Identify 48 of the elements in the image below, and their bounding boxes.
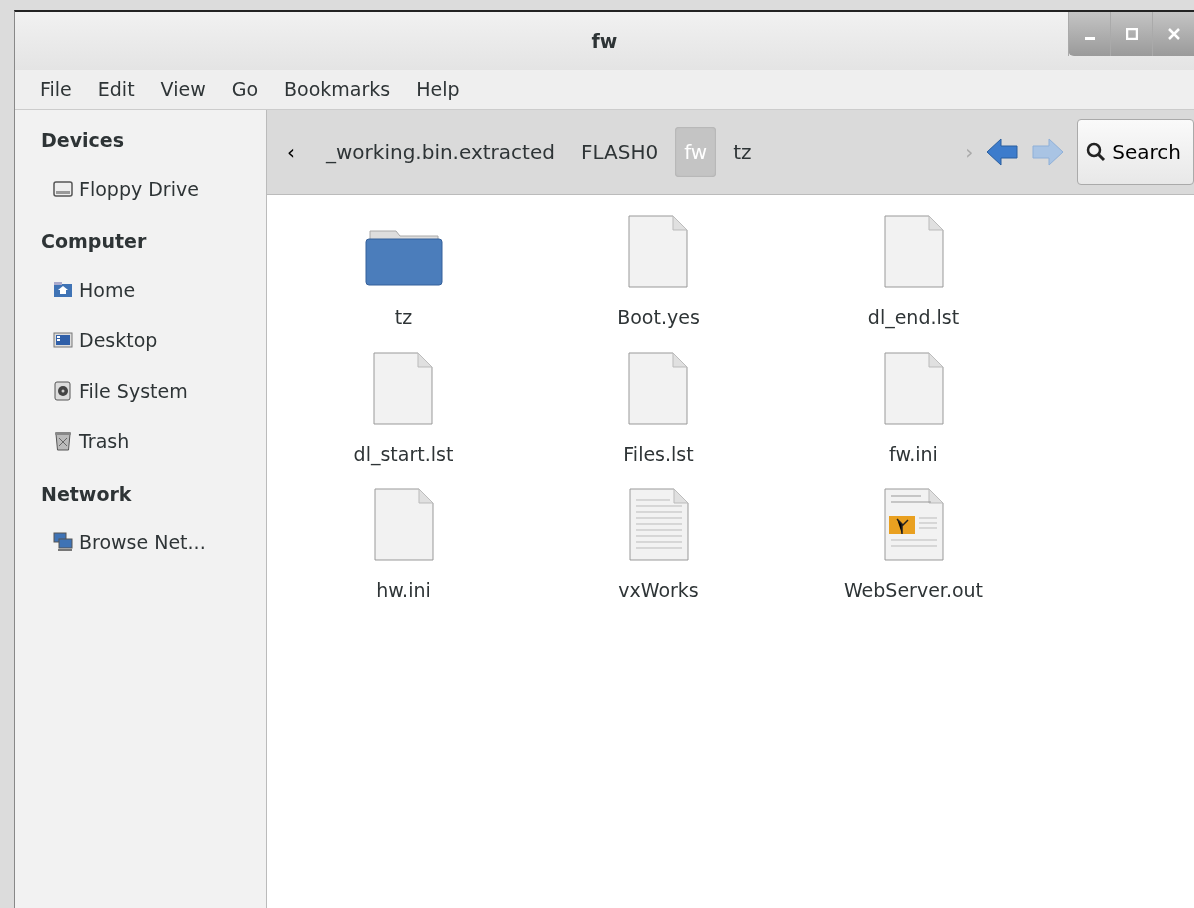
blank-document-icon: [627, 351, 690, 426]
file-entry[interactable]: dl_end.lst: [863, 215, 964, 332]
menu-item[interactable]: File: [27, 75, 85, 104]
document-with-picture-icon: [882, 488, 945, 562]
home-folder-icon: [53, 279, 73, 300]
breadcrumb[interactable]: FLASH0: [571, 127, 668, 177]
maximize-icon: [1125, 28, 1138, 40]
sidebar-item[interactable]: Trash: [15, 427, 266, 456]
floppy-drive-icon: [53, 178, 73, 199]
file-entry[interactable]: vxWorks: [614, 488, 703, 605]
search-button[interactable]: Search: [1077, 119, 1194, 185]
breadcrumb[interactable]: tz: [724, 127, 761, 177]
sidebar-item[interactable]: Home: [15, 275, 266, 304]
file-entry[interactable]: hw.ini: [368, 488, 439, 605]
drive-icon: [53, 380, 73, 401]
blank-document-icon: [882, 351, 945, 426]
sidebar-item[interactable]: Desktop: [15, 326, 266, 355]
sidebar-item[interactable]: File System: [15, 376, 266, 405]
blank-document-icon: [372, 488, 435, 562]
sidebar-item[interactable]: Browse Net...: [15, 528, 266, 557]
sidebar-heading: Devices: [40, 128, 125, 153]
file-entry[interactable]: Boot.yes: [613, 215, 704, 332]
menu-item[interactable]: Help: [403, 75, 473, 104]
breadcrumb[interactable]: _working.bin.extracted: [317, 127, 564, 177]
blank-document-icon: [882, 215, 945, 289]
sidebar-heading: Network: [40, 481, 133, 507]
scroll-left-button[interactable]: ‹: [281, 137, 301, 167]
menu-item[interactable]: View: [147, 75, 219, 104]
desktop-icon: [53, 330, 73, 351]
minimize-icon: [1084, 37, 1095, 40]
trash-icon: [53, 431, 73, 452]
file-entry[interactable]: dl_start.lst: [349, 351, 458, 468]
window-title: fw: [591, 28, 618, 54]
menu-item[interactable]: Bookmarks: [271, 75, 404, 104]
menu-item[interactable]: Go: [218, 75, 272, 104]
search-icon: [1086, 142, 1107, 162]
sidebar-item[interactable]: Floppy Drive: [15, 174, 266, 203]
folder-entry[interactable]: tz: [359, 215, 448, 332]
blank-document-icon: [627, 215, 690, 289]
network-computers-icon: [53, 532, 73, 553]
text-document-icon: [627, 488, 690, 562]
file-entry[interactable]: Files.lst: [619, 351, 698, 468]
blank-document-icon: [372, 351, 435, 426]
file-entry[interactable]: fw.ini: [878, 351, 949, 468]
sidebar-heading: Computer: [40, 229, 148, 254]
close-icon: [1166, 27, 1181, 41]
menu-item[interactable]: Edit: [84, 75, 148, 104]
file-entry[interactable]: WebServer.out: [839, 488, 988, 605]
